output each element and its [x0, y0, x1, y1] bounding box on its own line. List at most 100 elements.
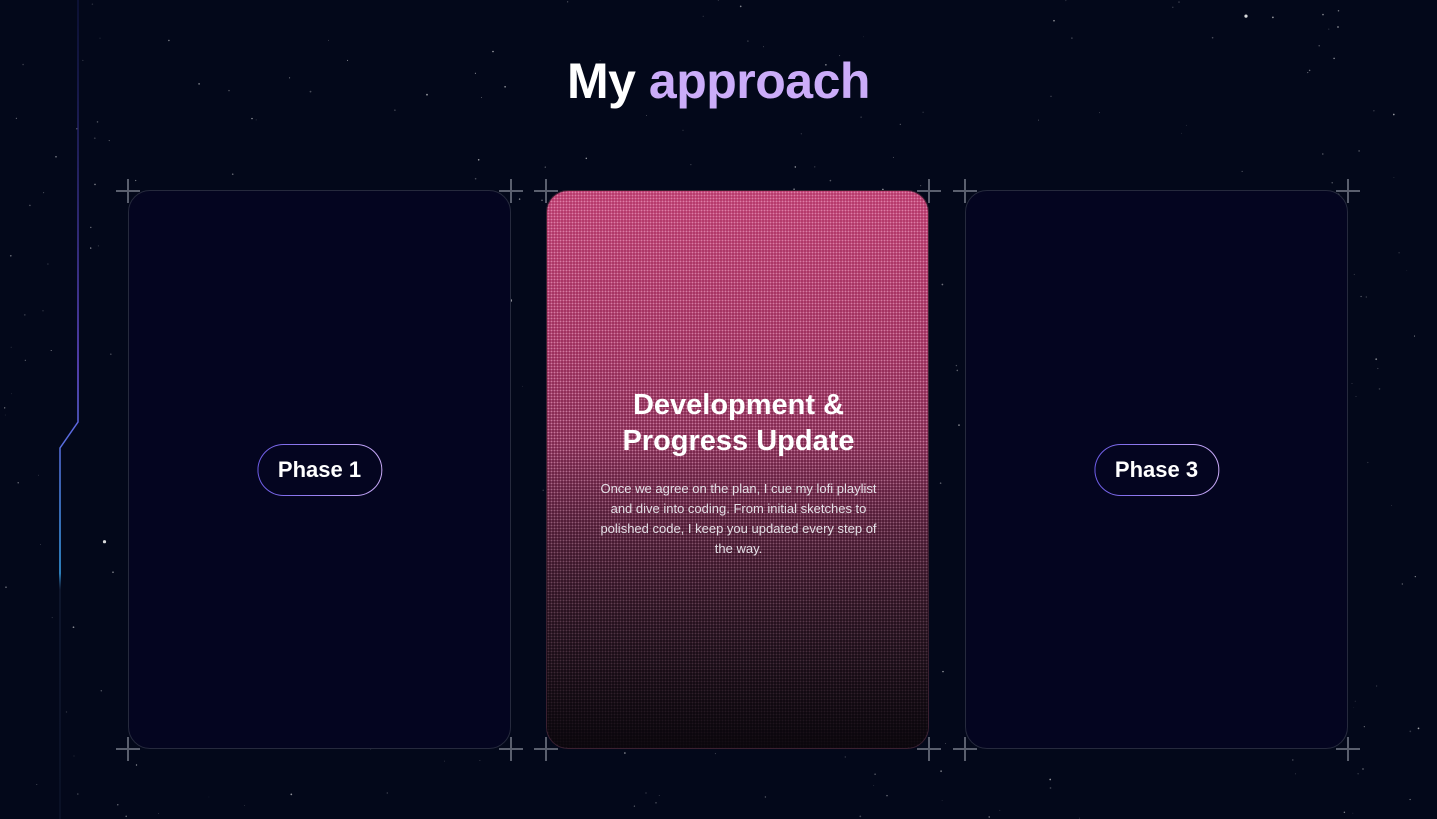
- star-dot: [1391, 504, 1392, 506]
- star-dot: [1376, 685, 1378, 687]
- star-dot: [1378, 388, 1381, 390]
- star-dot: [988, 816, 990, 818]
- phase-2-content: Development & Progress Update Once we ag…: [547, 387, 928, 559]
- star-dot: [645, 792, 647, 794]
- star-dot: [1328, 28, 1330, 30]
- plus-icon: [1336, 179, 1360, 203]
- star-dot: [585, 157, 588, 160]
- star-dot: [158, 813, 159, 814]
- star-dot: [1322, 153, 1324, 155]
- star-dot: [1351, 383, 1353, 385]
- plus-icon: [116, 737, 140, 761]
- star-dot: [1377, 367, 1379, 370]
- star-dot: [477, 159, 480, 161]
- star-dot: [1360, 295, 1362, 298]
- star-dot: [1337, 10, 1340, 12]
- star-dot: [1354, 700, 1356, 702]
- star-dot: [244, 804, 245, 806]
- star-dot: [328, 39, 329, 41]
- plus-icon: [1336, 737, 1360, 761]
- phase-3-button[interactable]: Phase 3: [1094, 444, 1219, 496]
- star-dot: [958, 424, 960, 426]
- star-dot: [231, 173, 234, 176]
- star-dot: [1322, 13, 1324, 16]
- star-dot: [1409, 730, 1412, 733]
- star-dot: [1295, 773, 1296, 775]
- star-dot: [714, 753, 716, 755]
- star-dot: [813, 166, 816, 168]
- star-dot: [522, 385, 523, 387]
- star-dot: [290, 793, 293, 796]
- star-dot: [1393, 177, 1395, 178]
- phase-1-button[interactable]: Phase 1: [257, 444, 382, 496]
- star-dot: [829, 179, 832, 182]
- star-dot: [1362, 768, 1364, 770]
- star-dot: [1172, 6, 1174, 9]
- star-dot: [100, 690, 103, 692]
- plus-icon: [499, 737, 523, 761]
- star-dot: [1365, 296, 1367, 298]
- phase-card-3[interactable]: Phase 3: [965, 190, 1348, 749]
- star-dot: [251, 117, 253, 120]
- star-dot: [1272, 16, 1274, 19]
- star-dot: [800, 133, 802, 135]
- star-dot: [1337, 26, 1339, 28]
- approach-section: My approach Phase 1 Development & Progre…: [0, 0, 1437, 819]
- plus-icon: [499, 179, 523, 203]
- star-dot: [1099, 112, 1100, 114]
- star-dot: [255, 119, 257, 121]
- plus-icon: [953, 737, 977, 761]
- star-dot: [1363, 726, 1365, 728]
- star-dot: [1409, 798, 1411, 801]
- star-dot: [860, 116, 862, 118]
- star-dot: [1181, 132, 1183, 134]
- star-dot: [544, 166, 546, 168]
- star-dot: [109, 353, 112, 356]
- side-accent-line: [59, 0, 79, 819]
- plus-icon: [917, 737, 941, 761]
- star-dot: [1292, 759, 1294, 761]
- star-dot: [1038, 119, 1039, 121]
- star-dot: [886, 794, 888, 797]
- star-dot: [794, 166, 797, 168]
- star-dot: [1071, 37, 1073, 39]
- star-dot: [690, 164, 692, 166]
- star-dot: [1065, 0, 1067, 2]
- star-dot: [717, 0, 719, 1]
- star-dot: [945, 743, 947, 744]
- star-dot: [1049, 778, 1052, 781]
- star-dot: [940, 770, 942, 773]
- star-dot: [763, 46, 764, 48]
- star-dot: [542, 489, 544, 492]
- star-dot: [941, 283, 944, 286]
- star-dot: [1331, 182, 1333, 184]
- star-dot: [739, 5, 742, 8]
- star-dot: [135, 764, 138, 766]
- star-dot: [102, 540, 107, 544]
- star-dot: [1178, 1, 1180, 3]
- star-dot: [999, 809, 1001, 811]
- star-dot: [1414, 576, 1416, 578]
- star-dot: [474, 177, 477, 180]
- star-dot: [859, 815, 862, 818]
- plus-icon: [953, 179, 977, 203]
- star-dot: [1244, 14, 1248, 18]
- phase-card-2[interactable]: Development & Progress Update Once we ag…: [546, 190, 929, 749]
- star-dot: [956, 369, 959, 372]
- star-dot: [1406, 269, 1408, 271]
- star-dot: [764, 796, 767, 798]
- plus-icon: [534, 737, 558, 761]
- star-dot: [1049, 787, 1052, 789]
- star-dot: [844, 756, 846, 758]
- phase-card-1[interactable]: Phase 1: [128, 190, 511, 749]
- star-dot: [112, 571, 114, 573]
- star-dot: [682, 129, 684, 131]
- star-dot: [567, 1, 569, 3]
- star-dot: [658, 795, 660, 796]
- star-dot: [702, 15, 704, 17]
- star-dot: [479, 759, 481, 761]
- plus-icon: [917, 179, 941, 203]
- heading-accent: approach: [648, 53, 871, 109]
- star-dot: [863, 36, 864, 38]
- star-dot: [168, 39, 170, 42]
